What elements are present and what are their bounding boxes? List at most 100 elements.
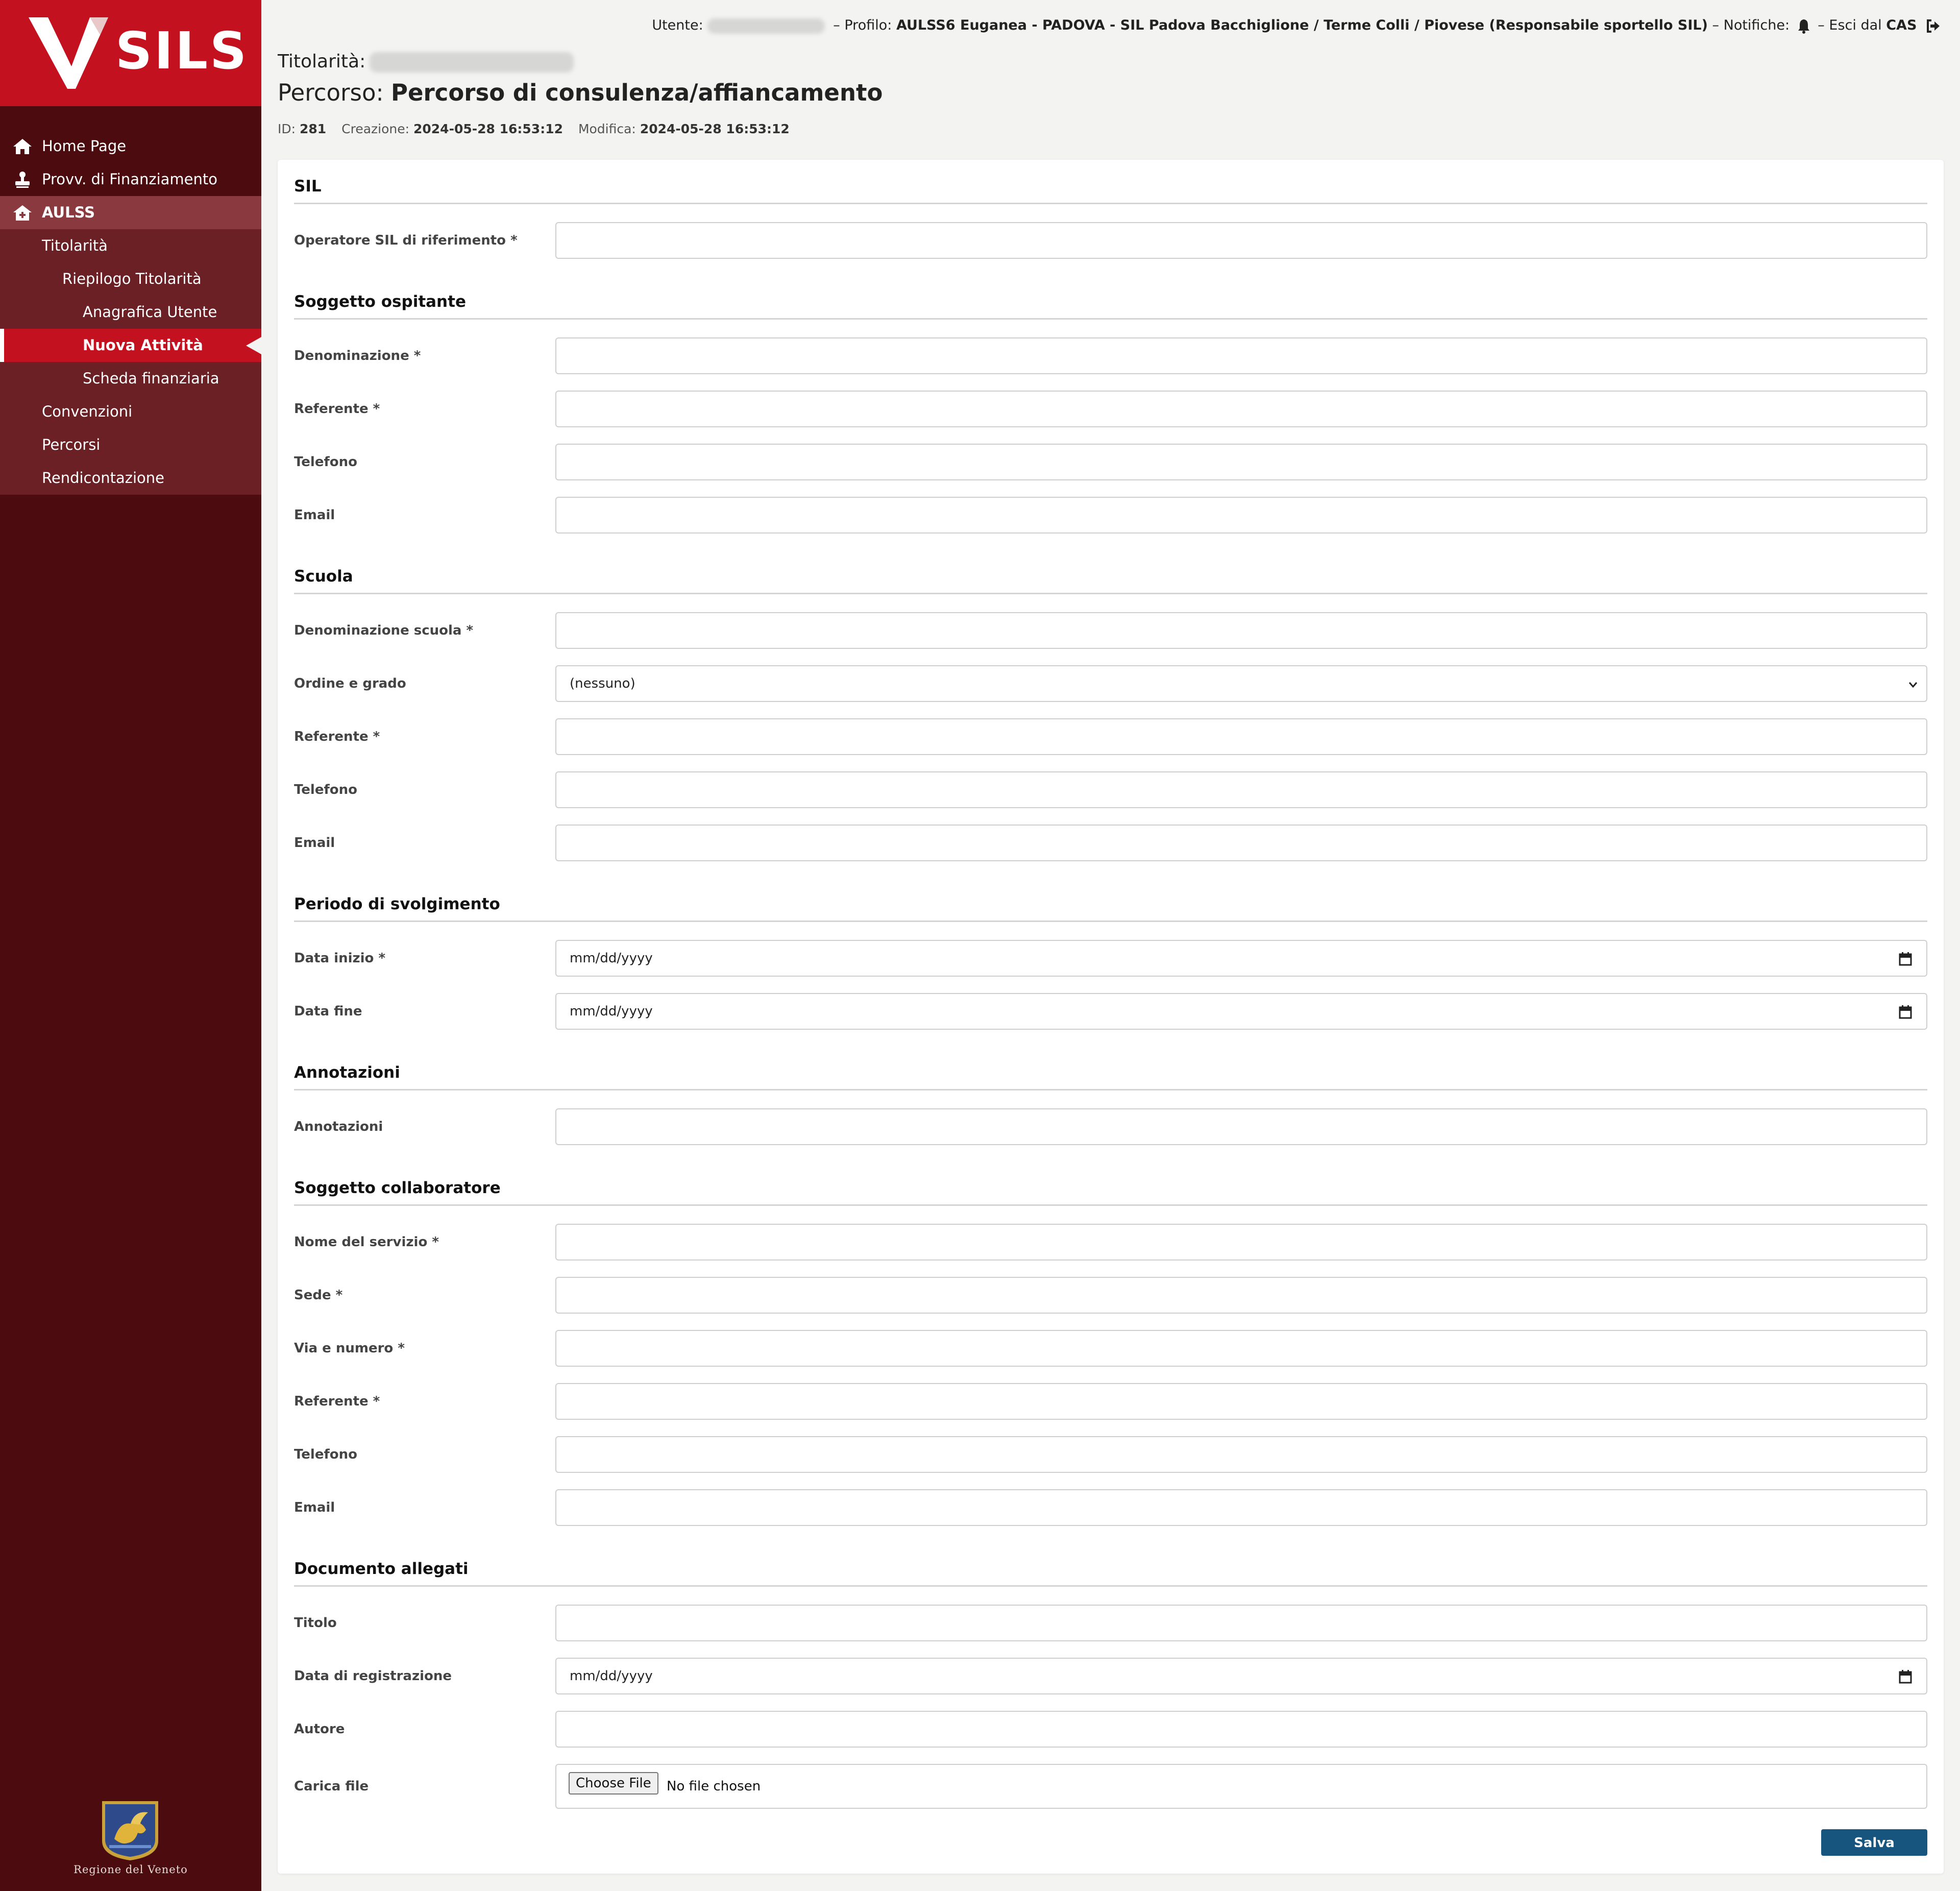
logo[interactable]: SILS [0, 0, 261, 106]
label-data-fine: Data fine [294, 1004, 362, 1019]
sidebar-item-label: Nuova Attività [83, 336, 203, 354]
chevron-down-icon [1908, 682, 1918, 688]
home-icon [13, 139, 32, 154]
sidebar-item-rendicontazione[interactable]: Rendicontazione [0, 462, 261, 495]
label-referente: Referente * [294, 401, 380, 417]
bell-icon[interactable] [1797, 18, 1810, 34]
data-inizio-input[interactable]: mm/dd/yyyy [555, 940, 1927, 977]
referente-scuola-input[interactable] [555, 718, 1927, 755]
email-collab-input[interactable] [555, 1489, 1927, 1526]
titolo-input[interactable] [555, 1605, 1927, 1641]
ordine-grado-select[interactable]: (nessuno) [555, 665, 1927, 702]
referente-collab-input[interactable] [555, 1383, 1927, 1420]
sidebar-item-label: Rendicontazione [42, 469, 164, 487]
label-operatore: Operatore SIL di riferimento * [294, 233, 518, 248]
save-button[interactable]: Salva [1821, 1829, 1927, 1856]
label-sede: Sede * [294, 1288, 343, 1303]
label-data-inizio: Data inizio * [294, 951, 386, 966]
form-card: SIL Operatore SIL di riferimento * Sogge… [278, 160, 1944, 1874]
esci-cas[interactable]: CAS [1886, 17, 1917, 33]
calendar-icon[interactable] [1899, 952, 1912, 966]
denominazione-scuola-input[interactable] [555, 612, 1927, 649]
utente-label: Utente: [652, 17, 703, 33]
sidebar-item-convenzioni[interactable]: Convenzioni [0, 395, 261, 428]
data-registrazione-input[interactable]: mm/dd/yyyy [555, 1658, 1927, 1694]
operatore-input[interactable] [555, 222, 1927, 259]
section-title-documento: Documento allegati [294, 1560, 1927, 1587]
section-title-scuola: Scuola [294, 567, 1927, 594]
creazione-label: Creazione: [341, 122, 410, 136]
email-input[interactable] [555, 497, 1927, 534]
label-ordine-grado: Ordine e grado [294, 676, 406, 691]
sede-input[interactable] [555, 1277, 1927, 1314]
ordine-grado-value: (nessuno) [570, 676, 635, 691]
sidebar-item-aulss[interactable]: AULSS [0, 196, 261, 229]
label-referente-scuola: Referente * [294, 729, 380, 744]
sidebar-item-label: Titolarità [42, 237, 108, 254]
telefono-scuola-input[interactable] [555, 771, 1927, 808]
calendar-icon[interactable] [1899, 1005, 1912, 1019]
label-referente-collab: Referente * [294, 1394, 380, 1409]
hospital-icon [13, 205, 32, 221]
section-title-collaboratore: Soggetto collaboratore [294, 1179, 1927, 1206]
sidebar-nav: Home Page Provv. di Finanziamento AULSS … [0, 130, 261, 495]
profilo-label: Profilo: [844, 17, 892, 33]
percorso-value: Percorso di consulenza/affiancamento [390, 79, 883, 106]
titolarita-name-redacted [370, 52, 574, 72]
section-title-annotazioni: Annotazioni [294, 1063, 1927, 1090]
logo-text: SILS [115, 21, 249, 81]
annotazioni-input[interactable] [555, 1108, 1927, 1145]
page-title: Percorso: Percorso di consulenza/affianc… [278, 79, 883, 106]
titolarita-heading: Titolarità: [278, 51, 578, 72]
sidebar-item-scheda[interactable]: Scheda finanziaria [0, 362, 261, 395]
calendar-icon[interactable] [1899, 1669, 1912, 1684]
data-fine-input[interactable]: mm/dd/yyyy [555, 993, 1927, 1030]
autore-input[interactable] [555, 1711, 1927, 1748]
label-telefono-collab: Telefono [294, 1447, 358, 1462]
label-email-collab: Email [294, 1500, 335, 1515]
date-placeholder: mm/dd/yyyy [570, 1004, 653, 1019]
label-autore: Autore [294, 1722, 345, 1737]
sidebar-item-home[interactable]: Home Page [0, 130, 261, 163]
file-upload-field[interactable]: Choose File No file chosen [555, 1764, 1927, 1809]
email-scuola-input[interactable] [555, 825, 1927, 861]
referente-input[interactable] [555, 391, 1927, 427]
sidebar: SILS Home Page Provv. di Finanziamento A… [0, 0, 261, 1891]
sidebar-item-percorsi[interactable]: Percorsi [0, 428, 261, 462]
record-meta: ID: 281 Creazione: 2024-05-28 16:53:12 M… [278, 122, 801, 136]
percorso-label: Percorso: [278, 79, 384, 106]
sidebar-item-label: Home Page [42, 137, 127, 155]
logout-icon[interactable] [1925, 18, 1941, 34]
label-denominazione-scuola: Denominazione scuola * [294, 623, 474, 638]
titolarita-label: Titolarità: [278, 51, 366, 72]
separator: – [1712, 17, 1720, 33]
telefono-input[interactable] [555, 444, 1927, 480]
label-carica-file: Carica file [294, 1779, 369, 1794]
creazione-value: 2024-05-28 16:53:12 [413, 122, 563, 136]
denominazione-input[interactable] [555, 337, 1927, 374]
esci-label[interactable]: Esci dal [1829, 17, 1881, 33]
label-denominazione: Denominazione * [294, 348, 421, 363]
utente-name-redacted [707, 18, 825, 34]
sidebar-item-label: Percorsi [42, 436, 101, 453]
sidebar-item-anagrafica[interactable]: Anagrafica Utente [0, 296, 261, 329]
telefono-collab-input[interactable] [555, 1436, 1927, 1473]
top-user-bar: Utente: – Profilo: AULSS6 Euganea - PADO… [286, 14, 1941, 37]
sidebar-item-titolarita[interactable]: Titolarità [0, 229, 261, 262]
sidebar-item-finanziamento[interactable]: Provv. di Finanziamento [0, 163, 261, 196]
sidebar-item-label: AULSS [42, 204, 95, 221]
label-via-numero: Via e numero * [294, 1341, 405, 1356]
sidebar-item-nuova-attivita[interactable]: Nuova Attività [0, 329, 261, 362]
via-numero-input[interactable] [555, 1330, 1927, 1367]
sidebar-item-riepilogo[interactable]: Riepilogo Titolarità [0, 262, 261, 296]
choose-file-button[interactable]: Choose File [569, 1772, 658, 1795]
label-data-registrazione: Data di registrazione [294, 1668, 452, 1684]
nome-servizio-input[interactable] [555, 1224, 1927, 1260]
id-label: ID: [278, 122, 296, 136]
profilo-value[interactable]: AULSS6 Euganea - PADOVA - SIL Padova Bac… [896, 17, 1708, 33]
sidebar-item-label: Anagrafica Utente [83, 303, 217, 321]
separator: – [833, 17, 840, 33]
label-email-scuola: Email [294, 835, 335, 851]
label-titolo: Titolo [294, 1615, 337, 1631]
id-value: 281 [300, 122, 327, 136]
